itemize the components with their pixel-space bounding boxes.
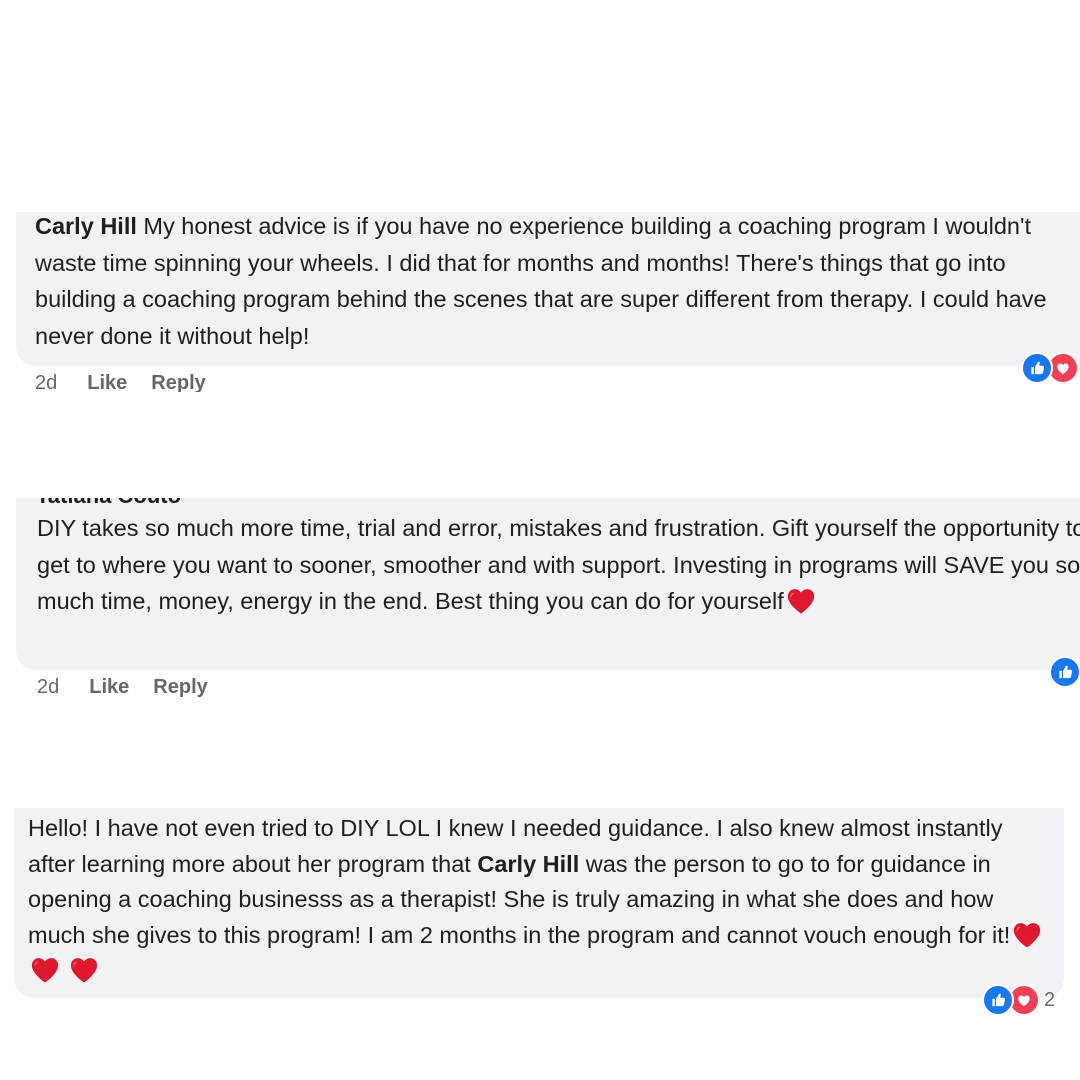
like-button[interactable]: Like	[87, 372, 127, 392]
red-heart-emoji	[30, 956, 60, 984]
red-heart-emoji	[1012, 921, 1042, 949]
comment-2: Tatiana Couto DIY takes so much more tim…	[0, 498, 1080, 703]
comment-timestamp[interactable]: 2d	[37, 676, 59, 699]
comment-3: Hello! I have not even tried to DIY LOL …	[0, 808, 1080, 1014]
reaction-summary[interactable]	[1021, 352, 1079, 384]
comment-text: DIY takes so much more time, trial and e…	[37, 510, 1080, 620]
comment-actions: 2d Like Reply	[37, 676, 232, 699]
red-heart-emoji	[786, 587, 816, 615]
mention-link[interactable]: Carly Hill	[477, 851, 579, 877]
comment-author[interactable]: Carly Hill	[35, 213, 137, 239]
comment-text: Hello! I have not even tried to DIY LOL …	[28, 811, 1053, 989]
comment-text: Carly Hill My honest advice is if you ha…	[35, 212, 1080, 354]
like-icon	[1021, 352, 1053, 384]
reaction-summary[interactable]: 2	[982, 984, 1055, 1014]
comment-body: My honest advice is if you have no exper…	[35, 213, 1047, 349]
reply-button[interactable]: Reply	[151, 372, 205, 392]
reaction-summary[interactable]	[1049, 656, 1080, 688]
like-button[interactable]: Like	[89, 676, 129, 699]
comment-body: DIY takes so much more time, trial and e…	[37, 515, 1080, 614]
reaction-count: 2	[1044, 988, 1056, 1011]
like-icon	[982, 984, 1014, 1014]
red-heart-emoji	[69, 956, 99, 984]
comment-actions: 2d Like Reply	[35, 372, 230, 392]
comment-author[interactable]: Tatiana Couto	[36, 498, 181, 509]
reply-button[interactable]: Reply	[153, 676, 207, 699]
comment-timestamp[interactable]: 2d	[35, 372, 57, 392]
comment-1: Carly Hill My honest advice is if you ha…	[0, 212, 1080, 392]
like-icon	[1049, 656, 1080, 688]
